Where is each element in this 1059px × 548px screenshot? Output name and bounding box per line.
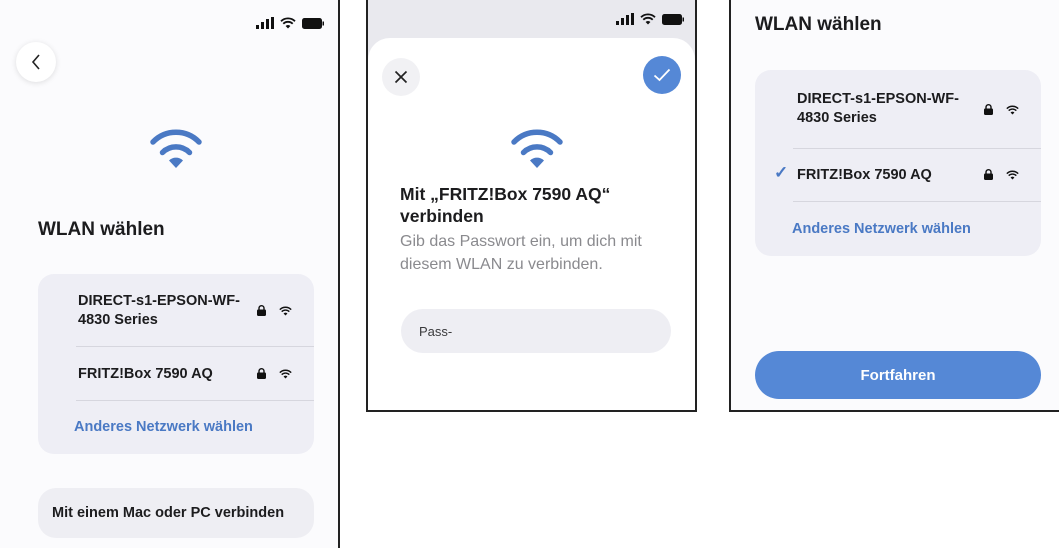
close-button[interactable] bbox=[382, 58, 420, 96]
page-title: WLAN wählen bbox=[38, 219, 165, 240]
wifi-signal-icon bbox=[1006, 105, 1019, 114]
battery-icon bbox=[302, 17, 324, 29]
wifi-status-icon bbox=[640, 13, 656, 25]
divider bbox=[76, 400, 314, 401]
network-list: DIRECT-s1-EPSON-WF-4830 Series FRITZ!Box… bbox=[38, 274, 314, 454]
close-icon bbox=[394, 70, 408, 84]
screen-enter-password: Mit „FRITZ!Box 7590 AQ“ verbinden Gib da… bbox=[366, 0, 697, 412]
status-bar bbox=[256, 17, 324, 29]
screen-wlan-selected: WLAN wählen DIRECT-s1-EPSON-WF-4830 Seri… bbox=[729, 0, 1059, 412]
battery-icon bbox=[662, 13, 684, 25]
chevron-left-icon bbox=[31, 54, 40, 70]
wifi-signal-icon bbox=[1006, 170, 1019, 179]
lock-icon bbox=[257, 368, 266, 379]
checkmark-icon bbox=[653, 68, 671, 82]
selected-checkmark: ✓ bbox=[774, 163, 789, 182]
other-network-link[interactable]: Anderes Netzwerk wählen bbox=[74, 419, 253, 435]
dialog-description: Gib das Passwort ein, um dich mit diesem… bbox=[400, 233, 642, 273]
wifi-signal-icon bbox=[279, 369, 292, 378]
network-row[interactable]: DIRECT-s1-EPSON-WF-4830 Series bbox=[38, 274, 314, 346]
network-row-selected[interactable]: ✓ FRITZ!Box 7590 AQ bbox=[755, 149, 1041, 201]
network-list: DIRECT-s1-EPSON-WF-4830 Series ✓ FRITZ!B… bbox=[755, 70, 1041, 256]
confirm-button[interactable] bbox=[643, 56, 681, 94]
dialog-title: Mit „FRITZ!Box 7590 AQ“ verbinden bbox=[400, 184, 611, 226]
screen-wlan-select: WLAN wählen DIRECT-s1-EPSON-WF-4830 Seri… bbox=[0, 0, 340, 548]
password-input[interactable] bbox=[401, 309, 671, 353]
continue-button[interactable]: Fortfahren bbox=[755, 351, 1041, 399]
lock-icon bbox=[257, 305, 266, 316]
wifi-signal-icon bbox=[279, 306, 292, 315]
password-sheet: Mit „FRITZ!Box 7590 AQ“ verbinden Gib da… bbox=[368, 38, 695, 410]
lock-icon bbox=[984, 169, 993, 180]
wifi-status-icon bbox=[280, 17, 296, 29]
network-name: FRITZ!Box 7590 AQ bbox=[797, 167, 932, 183]
divider bbox=[793, 201, 1041, 202]
cellular-signal-icon bbox=[616, 13, 634, 25]
network-name: FRITZ!Box 7590 AQ bbox=[78, 366, 213, 382]
network-row[interactable]: FRITZ!Box 7590 AQ bbox=[38, 347, 314, 400]
page-title: WLAN wählen bbox=[755, 14, 882, 35]
back-button[interactable] bbox=[16, 42, 56, 82]
connect-mac-pc-button[interactable]: Mit einem Mac oder PC verbinden bbox=[38, 488, 314, 538]
status-bar bbox=[616, 13, 684, 25]
cellular-signal-icon bbox=[256, 17, 274, 29]
lock-icon bbox=[984, 104, 993, 115]
network-name: DIRECT-s1-EPSON-WF-4830 Series bbox=[797, 91, 959, 126]
network-row[interactable]: DIRECT-s1-EPSON-WF-4830 Series bbox=[755, 70, 1041, 148]
other-network-link[interactable]: Anderes Netzwerk wählen bbox=[792, 221, 971, 237]
network-name: DIRECT-s1-EPSON-WF-4830 Series bbox=[78, 293, 240, 328]
wifi-icon bbox=[150, 129, 202, 168]
wifi-icon bbox=[511, 129, 563, 168]
